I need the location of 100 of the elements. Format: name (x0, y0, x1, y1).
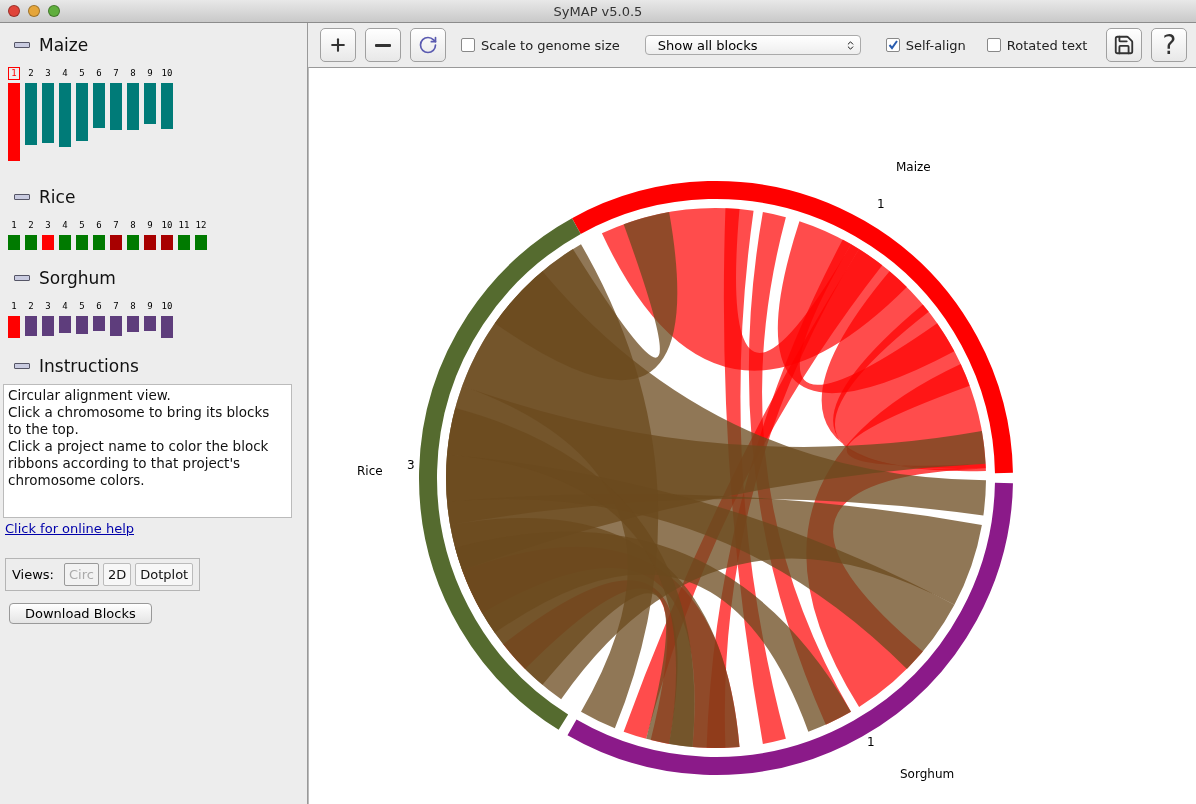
chromosome-bar[interactable] (161, 235, 173, 250)
chromosome-bar[interactable] (76, 235, 88, 250)
chromosome-label[interactable]: 1 (867, 735, 875, 749)
chromosome-bar[interactable] (59, 316, 71, 333)
chromosome-label[interactable]: 10 (158, 300, 176, 313)
collapse-icon[interactable] (14, 42, 30, 48)
chromosome-bar[interactable] (25, 316, 37, 336)
chromosome-bar[interactable] (195, 235, 207, 250)
chromosome-label[interactable]: 1 (8, 300, 20, 313)
chromosome-label[interactable]: 2 (25, 300, 37, 313)
chromosome-label[interactable]: 6 (93, 300, 105, 313)
chromosome-label[interactable]: 8 (127, 219, 139, 232)
chromosome-label[interactable]: 3 (407, 458, 415, 472)
zoom-button[interactable] (48, 5, 60, 17)
chromosome-label[interactable]: 12 (192, 219, 210, 232)
collapse-icon[interactable] (14, 275, 30, 281)
chromosome-label[interactable]: 11 (175, 219, 193, 232)
zoom-in-button[interactable] (320, 28, 356, 62)
chromosome-bar[interactable] (59, 83, 71, 147)
chromosome-label[interactable]: 3 (42, 300, 54, 313)
chromosome-bar[interactable] (110, 235, 122, 250)
chromosome-label[interactable]: 10 (158, 219, 176, 232)
save-button[interactable] (1106, 28, 1143, 62)
chromosome-bar[interactable] (76, 316, 88, 334)
chromosome-bar[interactable] (144, 83, 156, 124)
chromosome-label[interactable]: 10 (158, 67, 176, 80)
collapse-icon[interactable] (14, 194, 30, 200)
chromosome-bar[interactable] (127, 235, 139, 250)
chromosome-label[interactable]: 4 (59, 67, 71, 80)
chromosome-label[interactable]: 5 (76, 219, 88, 232)
chromosome-bar[interactable] (161, 316, 173, 338)
chromosome-bar[interactable] (93, 235, 105, 250)
chromosome-bar[interactable] (25, 235, 37, 250)
checkbox[interactable]: Rotated text (986, 37, 1088, 53)
project-ring-arc[interactable] (572, 181, 1013, 474)
project-label[interactable]: Sorghum (900, 767, 955, 781)
rotate-icon (418, 35, 438, 55)
chromosome-bar[interactable] (76, 83, 88, 141)
zoom-out-button[interactable] (365, 28, 401, 62)
chromosome-label[interactable]: 4 (59, 300, 71, 313)
chromosome-label[interactable]: 6 (93, 219, 105, 232)
help-link[interactable]: Click for online help (5, 521, 134, 536)
chromosome-label[interactable]: 8 (127, 300, 139, 313)
project-ring-arc[interactable] (419, 218, 582, 730)
chromosome-label[interactable]: 7 (110, 300, 122, 313)
views-label: Views: (12, 567, 54, 582)
chromosome-bar[interactable] (25, 83, 37, 145)
chromosome-label[interactable]: 2 (25, 67, 37, 80)
download-button[interactable]: Download Blocks (9, 603, 152, 624)
chromosome-label[interactable]: 7 (110, 219, 122, 232)
chromosome-bar[interactable] (8, 83, 20, 161)
instruction-text: Click a project name to color the block ribbons according to that project's chromosome colors. (8, 438, 270, 489)
project-label[interactable]: Rice (357, 464, 383, 478)
chromosome-bar[interactable] (144, 316, 156, 331)
plus-icon (328, 35, 348, 55)
chromosome-bar[interactable] (8, 316, 20, 338)
project-label[interactable]: Maize (896, 160, 931, 174)
chromosome-label[interactable]: 3 (42, 219, 54, 232)
checkbox[interactable]: Self-align (885, 37, 966, 53)
chromosome-label[interactable]: 9 (144, 219, 156, 232)
chromosome-bar[interactable] (42, 316, 54, 336)
chromosome-bar[interactable] (110, 83, 122, 130)
chromosome-bar[interactable] (8, 235, 20, 250)
project-name[interactable]: Rice (39, 187, 76, 207)
chromosome-label[interactable]: 5 (76, 300, 88, 313)
instruction-text: Click a chromosome to bring its blocks to the top. (8, 404, 271, 438)
project-name[interactable]: Maize (39, 35, 89, 55)
chromosome-bar[interactable] (161, 83, 173, 129)
project-name[interactable]: Sorghum (39, 268, 116, 288)
view-button[interactable]: 2D (102, 563, 132, 586)
chromosome-bar[interactable] (42, 83, 54, 143)
chromosome-label[interactable]: 6 (93, 67, 105, 80)
chromosome-bar[interactable] (93, 316, 105, 331)
help-button[interactable]: ? (1151, 28, 1188, 62)
chromosome-label[interactable]: 5 (76, 67, 88, 80)
collapse-icon[interactable] (14, 363, 30, 369)
chromosome-bar[interactable] (93, 83, 105, 128)
chromosome-label[interactable]: 4 (59, 219, 71, 232)
close-button[interactable] (8, 5, 20, 17)
chromosome-label[interactable]: 3 (42, 67, 54, 80)
chromosome-label[interactable]: 9 (144, 300, 156, 313)
block-filter-dropdown[interactable]: Show all blocks (644, 35, 861, 55)
chromosome-label[interactable]: 2 (25, 219, 37, 232)
checkbox[interactable]: Scale to genome size (461, 37, 620, 53)
chromosome-bar[interactable] (42, 235, 54, 250)
chromosome-bar[interactable] (178, 235, 190, 250)
chromosome-label[interactable]: 9 (144, 67, 156, 80)
chromosome-bar[interactable] (127, 316, 139, 332)
chromosome-label[interactable]: 1 (877, 197, 885, 211)
rotate-button[interactable] (410, 28, 446, 62)
chromosome-bar[interactable] (59, 235, 71, 250)
chromosome-bar[interactable] (127, 83, 139, 130)
chromosome-label[interactable]: 7 (110, 67, 122, 80)
chromosome-bar[interactable] (144, 235, 156, 250)
chromosome-bar[interactable] (110, 316, 122, 336)
check-icon (887, 40, 898, 50)
minimize-button[interactable] (28, 5, 40, 17)
view-button[interactable]: Dotplot (135, 563, 194, 586)
chromosome-label[interactable]: 1 (8, 219, 20, 232)
chromosome-label[interactable]: 8 (127, 67, 139, 80)
